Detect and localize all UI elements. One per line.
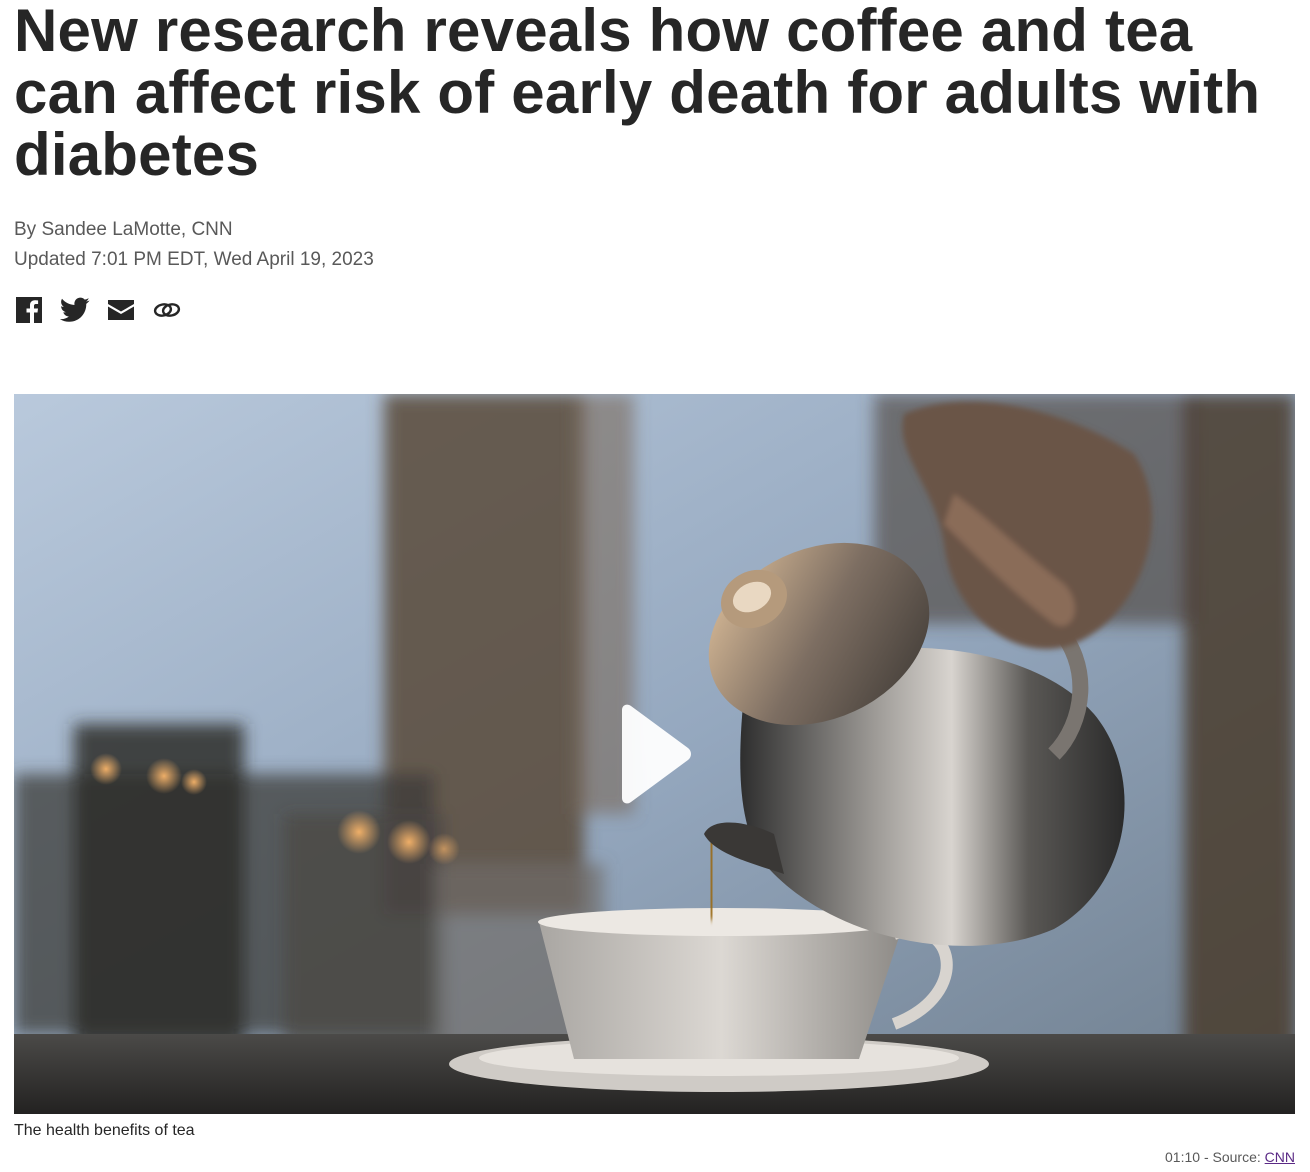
share-facebook-button[interactable] [14, 295, 44, 325]
video-source-prefix: - Source: [1200, 1149, 1265, 1165]
video-meta: 01:10 - Source: CNN [1165, 1148, 1295, 1166]
email-icon [108, 300, 134, 320]
share-bar [14, 294, 182, 326]
video-source-link[interactable]: CNN [1265, 1149, 1295, 1165]
article-byline: By Sandee LaMotte, CNN [14, 219, 233, 240]
share-email-button[interactable] [106, 295, 136, 325]
video-player[interactable] [14, 394, 1295, 1114]
video-caption: The health benefits of tea [14, 1122, 195, 1139]
article-timestamp: Updated 7:01 PM EDT, Wed April 19, 2023 [14, 249, 374, 270]
link-icon [153, 303, 181, 317]
twitter-icon [60, 297, 90, 322]
video-duration: 01:10 [1165, 1149, 1201, 1165]
share-twitter-button[interactable] [60, 295, 90, 325]
article-headline: New research reveals how coffee and tea … [14, 0, 1261, 188]
facebook-icon [16, 297, 42, 323]
share-link-button[interactable] [152, 295, 182, 325]
play-icon[interactable] [614, 704, 694, 804]
